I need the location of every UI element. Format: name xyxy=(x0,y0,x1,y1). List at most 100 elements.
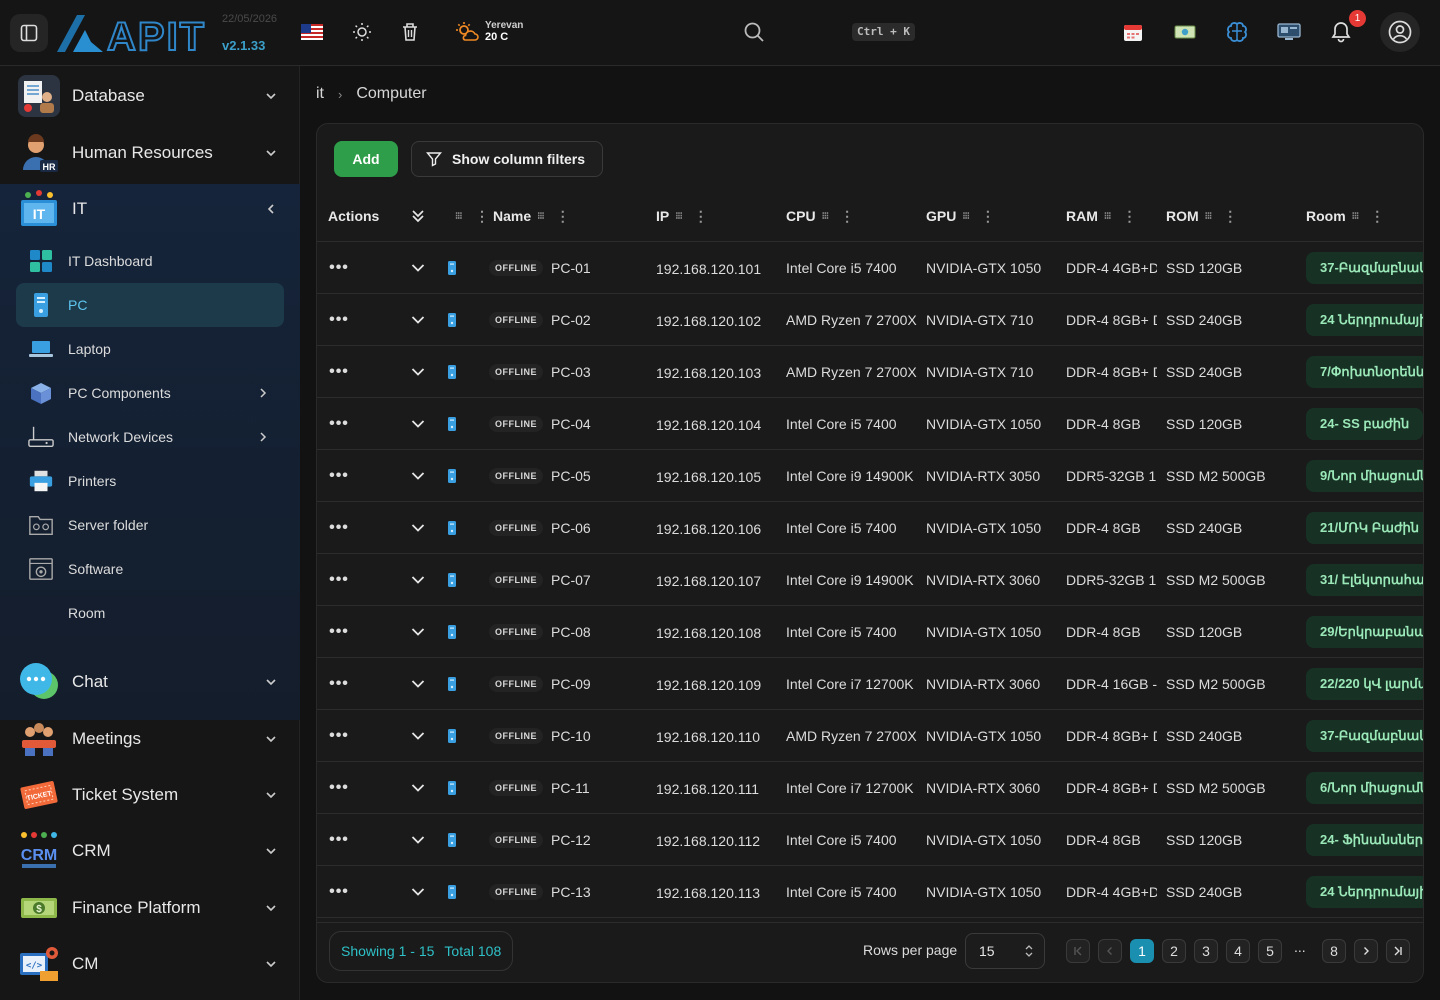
user-menu-button[interactable] xyxy=(1380,12,1420,52)
row-expand-button[interactable] xyxy=(409,554,427,606)
notifications-button[interactable] xyxy=(1329,20,1353,44)
ai-brain-button[interactable] xyxy=(1225,20,1249,44)
sidebar-group-meetings[interactable]: Meetings xyxy=(0,711,300,767)
table-row[interactable]: ••• OFFLINE PC-13 192.168.120.113 Intel Core… xyxy=(317,866,1423,918)
page-button[interactable]: 5 xyxy=(1258,939,1282,963)
sidebar-group-cm[interactable]: </> CM xyxy=(0,936,300,992)
page-button[interactable]: 8 xyxy=(1322,939,1346,963)
sidebar-group-it[interactable]: IT IT xyxy=(0,181,300,237)
row-expand-button[interactable] xyxy=(409,814,427,866)
us-flag-icon[interactable] xyxy=(301,24,323,40)
column-header-ip[interactable]: IP ⁝⁝⁝ ⋮ xyxy=(656,190,708,242)
sidebar-item-server-folder[interactable]: Server folder xyxy=(16,503,284,547)
table-row[interactable]: ••• OFFLINE PC-11 192.168.120.111 Intel Core… xyxy=(317,762,1423,814)
table-row[interactable]: ••• OFFLINE PC-04 192.168.120.104 Intel Core… xyxy=(317,398,1423,450)
previous-page-button[interactable] xyxy=(1098,939,1122,963)
show-column-filters-button[interactable]: Show column filters xyxy=(411,141,603,177)
sidebar-item-it-dashboard[interactable]: IT Dashboard xyxy=(16,239,284,283)
row-actions-button[interactable]: ••• xyxy=(328,814,350,866)
next-page-button[interactable] xyxy=(1354,939,1378,963)
sidebar-group-crm[interactable]: CRM CRM xyxy=(0,823,300,879)
table-row[interactable]: ••• OFFLINE PC-07 192.168.120.107 Intel Core… xyxy=(317,554,1423,606)
row-expand-button[interactable] xyxy=(409,398,427,450)
column-header-gpu[interactable]: GPU ⁝⁝⁝ ⋮ xyxy=(926,190,995,242)
sidebar-item-pc-components[interactable]: PC Components xyxy=(16,371,284,415)
column-header-cpu[interactable]: CPU ⁝⁝⁝ ⋮ xyxy=(786,190,854,242)
drag-grip-icon[interactable]: ⁝⁝⁝ xyxy=(1352,211,1359,222)
table-row[interactable]: ••• OFFLINE PC-08 192.168.120.108 Intel Core… xyxy=(317,606,1423,658)
calendar-button[interactable] xyxy=(1121,20,1145,44)
page-button[interactable]: 2 xyxy=(1162,939,1186,963)
row-actions-button[interactable]: ••• xyxy=(328,866,350,918)
drag-grip-icon[interactable]: ⁝⁝⁝ xyxy=(1205,211,1212,222)
row-actions-button[interactable]: ••• xyxy=(328,450,350,502)
row-expand-button[interactable] xyxy=(409,606,427,658)
table-row[interactable]: ••• OFFLINE PC-01 192.168.120.101 Intel Core… xyxy=(317,242,1423,294)
drag-grip-icon[interactable]: ⁝⁝⁝ xyxy=(962,211,969,222)
expand-all-button[interactable] xyxy=(409,190,427,242)
theme-toggle-button[interactable] xyxy=(350,20,374,44)
money-button[interactable] xyxy=(1173,20,1197,44)
sidebar-item-room[interactable]: Room xyxy=(16,591,284,635)
column-menu-icon[interactable]: ⋮ xyxy=(475,208,489,225)
column-header-name[interactable]: ⋮ Name ⁝⁝⁝ ⋮ xyxy=(475,190,570,242)
drag-grip-icon[interactable]: ⁝⁝⁝ xyxy=(822,211,829,222)
row-actions-button[interactable]: ••• xyxy=(328,554,350,606)
row-expand-button[interactable] xyxy=(409,710,427,762)
weather-widget[interactable] xyxy=(455,20,479,44)
page-button[interactable]: 4 xyxy=(1226,939,1250,963)
column-header-room[interactable]: Room ⁝⁝⁝ ⋮ xyxy=(1306,190,1384,242)
sidebar-group-database[interactable]: Database xyxy=(0,68,300,124)
breadcrumb-root-link[interactable]: it xyxy=(316,85,324,103)
drag-grip-icon[interactable]: ⁝⁝⁝ xyxy=(675,211,682,222)
sidebar-item-network-devices[interactable]: Network Devices xyxy=(16,415,284,459)
drag-grip-icon[interactable]: ⁝⁝⁝ xyxy=(537,211,544,222)
row-actions-button[interactable]: ••• xyxy=(328,606,350,658)
clear-cache-button[interactable] xyxy=(398,20,422,44)
add-button[interactable]: Add xyxy=(334,141,398,177)
sidebar-group-finance-platform[interactable]: $ Finance Platform xyxy=(0,880,300,936)
remote-desktop-button[interactable] xyxy=(1277,20,1301,44)
sidebar-item-laptop[interactable]: Laptop xyxy=(16,327,284,371)
column-menu-icon[interactable]: ⋮ xyxy=(1370,208,1384,225)
column-menu-icon[interactable]: ⋮ xyxy=(1223,208,1237,225)
row-expand-button[interactable] xyxy=(409,762,427,814)
column-header-rom[interactable]: ROM ⁝⁝⁝ ⋮ xyxy=(1166,190,1237,242)
row-actions-button[interactable]: ••• xyxy=(328,242,350,294)
row-expand-button[interactable] xyxy=(409,658,427,710)
sidebar-item-software[interactable]: Software xyxy=(16,547,284,591)
row-expand-button[interactable] xyxy=(409,242,427,294)
row-expand-button[interactable] xyxy=(409,294,427,346)
table-row[interactable]: ••• OFFLINE PC-09 192.168.120.109 Intel Core… xyxy=(317,658,1423,710)
sidebar-item-printers[interactable]: Printers xyxy=(16,459,284,503)
column-header-ram[interactable]: RAM ⁝⁝⁝ ⋮ xyxy=(1066,190,1136,242)
row-actions-button[interactable]: ••• xyxy=(328,762,350,814)
sidebar-group-ticket-system[interactable]: TICKET Ticket System xyxy=(0,767,300,823)
row-expand-button[interactable] xyxy=(409,450,427,502)
sidebar-group-chat[interactable]: Chat xyxy=(0,654,300,710)
first-page-button[interactable] xyxy=(1066,939,1090,963)
table-row[interactable]: ••• OFFLINE PC-10 192.168.120.110 AMD Ryzen … xyxy=(317,710,1423,762)
rows-per-page-select[interactable]: 15 xyxy=(965,933,1045,969)
row-actions-button[interactable]: ••• xyxy=(328,346,350,398)
page-button[interactable]: 1 xyxy=(1130,939,1154,963)
drag-grip-icon[interactable]: ⁝⁝⁝ xyxy=(1104,211,1111,222)
column-menu-icon[interactable]: ⋮ xyxy=(556,208,570,225)
row-expand-button[interactable] xyxy=(409,502,427,554)
sidebar-toggle-button[interactable] xyxy=(10,14,48,52)
sidebar-group-human-resources[interactable]: HR Human Resources xyxy=(0,125,300,181)
table-row[interactable]: ••• OFFLINE PC-02 192.168.120.102 AMD Ryzen … xyxy=(317,294,1423,346)
row-actions-button[interactable]: ••• xyxy=(328,658,350,710)
search-button[interactable] xyxy=(742,20,766,44)
last-page-button[interactable] xyxy=(1386,939,1410,963)
row-actions-button[interactable]: ••• xyxy=(328,398,350,450)
column-menu-icon[interactable]: ⋮ xyxy=(1122,208,1136,225)
table-row[interactable]: ••• OFFLINE PC-05 192.168.120.105 Intel Core… xyxy=(317,450,1423,502)
page-button[interactable]: 3 xyxy=(1194,939,1218,963)
column-menu-icon[interactable]: ⋮ xyxy=(981,208,995,225)
table-row[interactable]: ••• OFFLINE PC-03 192.168.120.103 AMD Ryzen … xyxy=(317,346,1423,398)
table-row[interactable]: ••• OFFLINE PC-06 192.168.120.106 Intel Core… xyxy=(317,502,1423,554)
row-drag-column-header[interactable]: ⁝⁝⁝ xyxy=(449,190,462,242)
row-expand-button[interactable] xyxy=(409,346,427,398)
table-row[interactable]: ••• OFFLINE PC-12 192.168.120.112 Intel Core… xyxy=(317,814,1423,866)
